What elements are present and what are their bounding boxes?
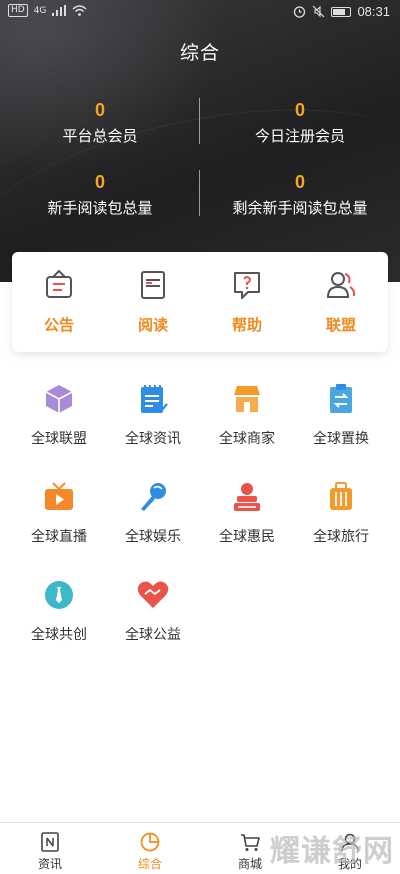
stat-label: 今日注册会员 — [254, 127, 345, 145]
stat-value: 0 — [294, 100, 305, 120]
signal-icon — [52, 5, 67, 16]
watermark: 耀谦舒网 — [270, 834, 394, 869]
grid-label: 全球娱乐 — [125, 529, 181, 545]
stat-newbie-pack-total: 0 新手阅读包总量 — [0, 172, 200, 218]
grid-item-global-entertainment[interactable]: 全球娱乐 — [106, 476, 200, 574]
quick-alliance[interactable]: 联盟 — [294, 252, 388, 352]
page-title: 综合 — [179, 42, 220, 64]
quick-label: 联盟 — [325, 316, 356, 334]
stat-value: 0 — [94, 100, 105, 120]
grid-label: 全球共创 — [31, 627, 87, 643]
nav-label: 商城 — [237, 857, 262, 871]
nav-label: 资讯 — [37, 857, 62, 871]
battery-icon — [331, 6, 352, 17]
grid-item-global-charity[interactable]: 全球公益 — [106, 574, 200, 672]
exchange-icon — [330, 384, 352, 413]
feature-grid: 全球联盟 全球资讯 全球商家 全球置换 全球直播 全球娱乐 全球惠民 全球旅行 … — [12, 378, 388, 672]
clock: 08:31 — [357, 4, 390, 19]
stat-value: 0 — [94, 172, 105, 192]
grid-label: 全球公益 — [125, 627, 181, 643]
grid-label: 全球商家 — [219, 431, 275, 447]
grid-label: 全球资讯 — [125, 431, 181, 447]
microphone-icon — [141, 483, 166, 511]
grid-label: 全球惠民 — [219, 529, 275, 545]
grid-label: 全球旅行 — [313, 529, 369, 545]
cart-icon — [241, 834, 260, 851]
nav-news[interactable]: 资讯 — [0, 823, 100, 874]
quick-reading[interactable]: 阅读 — [106, 252, 200, 352]
grid-label: 全球置换 — [313, 431, 369, 447]
grid-item-global-news[interactable]: 全球资讯 — [106, 378, 200, 476]
header-panel: HD 4G 08:31 综合 0 平台总会员 0 今日注册会员 0 新手阅读包总… — [0, 0, 400, 282]
grid-item-global-merchants[interactable]: 全球商家 — [200, 378, 294, 476]
grid-item-global-exchange[interactable]: 全球置换 — [294, 378, 388, 476]
stat-label: 剩余新手阅读包总量 — [232, 199, 368, 217]
mute-icon — [313, 5, 325, 18]
grid-item-global-travel[interactable]: 全球旅行 — [294, 476, 388, 574]
alarm-icon — [294, 6, 306, 18]
quick-help[interactable]: 帮助 — [200, 252, 294, 352]
quick-actions-card: 公告 阅读 帮助 联盟 — [12, 252, 388, 352]
help-icon — [234, 272, 260, 299]
status-bar: HD 4G 08:31 — [0, 0, 400, 24]
stamp-icon — [234, 483, 260, 511]
reading-icon — [141, 271, 165, 299]
wifi-icon — [72, 5, 87, 16]
news-icon — [41, 832, 59, 852]
stat-today-registered: 0 今日注册会员 — [200, 100, 400, 146]
stat-value: 0 — [294, 172, 305, 192]
hd-indicator: HD — [8, 4, 28, 17]
notepad-icon — [141, 385, 168, 413]
quick-label: 公告 — [43, 316, 74, 334]
stat-label: 平台总会员 — [62, 127, 138, 145]
stat-total-members: 0 平台总会员 — [0, 100, 200, 146]
tie-icon — [45, 581, 73, 609]
alliance-icon — [326, 272, 356, 298]
grid-item-global-live[interactable]: 全球直播 — [12, 476, 106, 574]
nav-label: 综合 — [137, 857, 162, 871]
luggage-icon — [330, 482, 352, 510]
cube-icon — [45, 385, 73, 413]
quick-announcement[interactable]: 公告 — [12, 252, 106, 352]
nav-overview[interactable]: 综合 — [100, 823, 200, 874]
live-tv-icon — [45, 482, 73, 510]
charity-heart-icon — [137, 581, 169, 608]
shop-icon — [234, 386, 260, 412]
signal-label: 4G — [33, 5, 47, 16]
quick-label: 阅读 — [137, 316, 168, 334]
stat-newbie-pack-remaining: 0 剩余新手阅读包总量 — [200, 172, 400, 218]
stat-label: 新手阅读包总量 — [47, 199, 153, 217]
overview-icon — [140, 832, 160, 852]
grid-item-global-alliance[interactable]: 全球联盟 — [12, 378, 106, 476]
grid-item-global-cocreate[interactable]: 全球共创 — [12, 574, 106, 672]
grid-item-global-benefit[interactable]: 全球惠民 — [200, 476, 294, 574]
announcement-icon — [46, 269, 72, 298]
grid-label: 全球直播 — [31, 529, 87, 545]
quick-label: 帮助 — [231, 316, 262, 334]
grid-label: 全球联盟 — [31, 431, 87, 447]
